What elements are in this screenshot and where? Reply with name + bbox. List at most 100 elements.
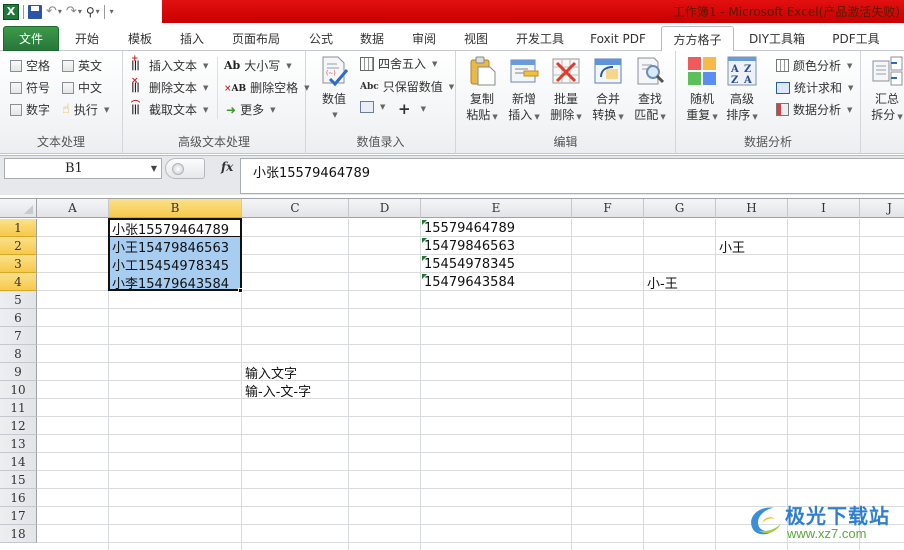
cell-c9[interactable]: 输入文字 (242, 363, 297, 382)
tab-formulas[interactable]: 公式 (296, 26, 346, 51)
delete-space-button[interactable]: ×AB 删除空格 ▼ (224, 79, 310, 96)
cell-c10[interactable]: 输-入-文-字 (242, 381, 311, 400)
cell-e2[interactable]: 15479846563 (421, 237, 515, 255)
row-header-1[interactable]: 1 (0, 219, 37, 237)
column-header-c[interactable]: C (242, 199, 349, 218)
tab-foxit-pdf[interactable]: Foxit PDF (582, 26, 654, 51)
numeric-button[interactable]: (~) 数值 ▼ (316, 55, 352, 123)
row-header-16[interactable]: 16 (0, 489, 37, 507)
row-header-18[interactable]: 18 (0, 525, 37, 543)
row-header-14[interactable]: 14 (0, 453, 37, 471)
undo-dropdown-icon[interactable]: ▾ (58, 7, 62, 16)
row-header-12[interactable]: 12 (0, 417, 37, 435)
edit-cell-button[interactable]: ▼ (360, 101, 385, 113)
copy-paste-button[interactable]: 复制 粘贴 ▼ (462, 55, 502, 125)
cell-b1[interactable]: 小张15579464789 (109, 219, 241, 238)
tab-page-layout[interactable]: 页面布局 (222, 26, 290, 51)
checkbox-box[interactable] (10, 103, 22, 116)
row-header-2[interactable]: 2 (0, 237, 37, 255)
find-dropdown-icon[interactable]: ▾ (96, 7, 100, 16)
checkbox-chinese[interactable]: 中文 (62, 79, 102, 96)
batch-delete-button[interactable]: 批量 删除 ▼ (546, 55, 586, 125)
cell-b2[interactable]: 小王15479846563 (109, 237, 241, 256)
cell-e3[interactable]: 15454978345 (421, 255, 515, 273)
column-header-g[interactable]: G (644, 199, 716, 218)
excel-logo-icon[interactable]: X (3, 3, 19, 21)
select-all-button[interactable] (0, 199, 37, 218)
tab-review[interactable]: 审阅 (399, 26, 449, 51)
column-header-b[interactable]: B (109, 199, 242, 218)
cell-e4[interactable]: 15479643584 (421, 273, 515, 291)
row-header-6[interactable]: 6 (0, 309, 37, 327)
plus-button[interactable]: + ▼ (398, 100, 426, 118)
row-header-11[interactable]: 11 (0, 399, 37, 417)
row-header-8[interactable]: 8 (0, 345, 37, 363)
row-header-4[interactable]: 4 (0, 273, 37, 291)
tab-home[interactable]: 开始 (62, 26, 112, 51)
cell-b4[interactable]: 小李15479643584 (109, 273, 241, 292)
formula-input[interactable]: 小张15579464789 (240, 158, 904, 194)
extract-text-button[interactable]: ⌒ ||| 截取文本 ▼ (131, 101, 208, 118)
row-header-9[interactable]: 9 (0, 363, 37, 381)
tab-file[interactable]: 文件 (3, 26, 59, 51)
column-header-j[interactable]: J (860, 199, 904, 218)
name-box-dropdown-icon[interactable]: ▼ (151, 164, 157, 173)
tab-fangfanggezi[interactable]: 方方格子 (661, 26, 734, 52)
checkbox-symbol[interactable]: 符号 (10, 79, 50, 96)
tab-template[interactable]: 模板 (115, 26, 165, 51)
cell-h2[interactable]: 小王 (716, 237, 745, 256)
case-button[interactable]: Ab 大小写 ▼ (224, 57, 292, 74)
execute-button[interactable]: ☝ 执行 ▼ (62, 101, 109, 118)
tab-pdf-tools[interactable]: PDF工具 (824, 26, 888, 51)
summary-split-button[interactable]: 汇总 拆分 ▼ (867, 55, 904, 125)
row-header-3[interactable]: 3 (0, 255, 37, 273)
checkbox-english[interactable]: 英文 (62, 57, 102, 74)
save-icon[interactable] (28, 3, 42, 21)
data-analysis-button[interactable]: 数据分析 ▼ (776, 101, 852, 118)
cell-e1[interactable]: 15579464789 (421, 219, 515, 237)
column-header-a[interactable]: A (37, 199, 109, 218)
column-header-e[interactable]: E (421, 199, 572, 218)
worksheet-grid[interactable]: A B C D E F G H I J 1 2 3 4 5 6 7 8 9 10 11 12 13 14 15 16 17 18 小张1… (0, 198, 904, 550)
insert-function-icon[interactable]: fx (221, 160, 233, 174)
redo-dropdown-icon[interactable]: ▾ (78, 7, 82, 16)
checkbox-box[interactable] (62, 81, 74, 94)
row-header-17[interactable]: 17 (0, 507, 37, 525)
formula-bar-resize-handle[interactable] (165, 158, 205, 179)
tab-diy-toolbox[interactable]: DIY工具箱 (740, 26, 814, 51)
insert-text-button[interactable]: + ||| 插入文本 ▼ (131, 54, 208, 74)
row-header-15[interactable]: 15 (0, 471, 37, 489)
checkbox-box[interactable] (62, 59, 74, 72)
delete-text-button[interactable]: × ||| 删除文本 ▼ (131, 76, 208, 96)
find-match-button[interactable]: 查找 匹配 ▼ (630, 55, 670, 125)
undo-icon[interactable]: ↶ ▾ (46, 3, 62, 21)
fill-handle[interactable] (238, 288, 243, 293)
more-button[interactable]: ➜ 更多 ▼ (226, 101, 275, 118)
merge-convert-button[interactable]: 合并 转换 ▼ (588, 55, 628, 125)
random-repeat-button[interactable]: 随机 重复 ▼ (682, 55, 722, 125)
column-header-i[interactable]: I (788, 199, 860, 218)
checkbox-space[interactable]: 空格 (10, 57, 50, 74)
cell-b3[interactable]: 小工15454978345 (109, 255, 241, 274)
keep-values-button[interactable]: Abc 只保留数值 ▼ (360, 78, 454, 95)
advanced-sort-button[interactable]: A Z Z A 高级 排序 ▼ (722, 55, 762, 125)
tab-developer[interactable]: 开发工具 (506, 26, 574, 51)
redo-icon[interactable]: ↷ ▾ (66, 3, 82, 21)
tab-insert[interactable]: 插入 (167, 26, 217, 51)
row-header-13[interactable]: 13 (0, 435, 37, 453)
add-insert-button[interactable]: 新增 插入 ▼ (504, 55, 544, 125)
find-binoculars-icon[interactable]: ⚲ ▾ (86, 3, 100, 21)
row-header-7[interactable]: 7 (0, 327, 37, 345)
tab-data[interactable]: 数据 (347, 26, 397, 51)
stat-sum-button[interactable]: 统计求和 ▼ (776, 79, 853, 96)
color-analysis-button[interactable]: 颜色分析 ▼ (776, 57, 852, 74)
cell-g4[interactable]: 小-王 (644, 273, 678, 292)
column-header-h[interactable]: H (716, 199, 788, 218)
round-button[interactable]: 四舍五入 ▼ (360, 55, 437, 72)
checkbox-box[interactable] (10, 81, 22, 94)
column-header-d[interactable]: D (349, 199, 421, 218)
checkbox-box[interactable] (10, 59, 22, 72)
checkbox-number[interactable]: 数字 (10, 101, 50, 118)
tab-view[interactable]: 视图 (451, 26, 501, 51)
row-header-10[interactable]: 10 (0, 381, 37, 399)
